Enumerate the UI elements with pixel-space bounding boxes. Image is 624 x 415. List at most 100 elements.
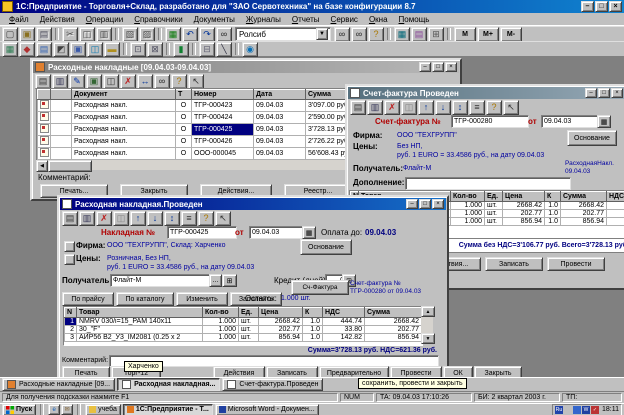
menu-item-журналы[interactable]: Журналы	[241, 14, 287, 25]
table-cell[interactable]: О	[176, 136, 192, 148]
waybill-maximize-button[interactable]: □	[419, 199, 431, 209]
table-cell[interactable]: 1.0	[545, 218, 561, 226]
table-cell[interactable]: 202.77	[561, 210, 607, 218]
receiver-open-button[interactable]: ⊞	[222, 274, 237, 287]
table-cell[interactable]: О	[176, 100, 192, 112]
waybill-fill-по-каталогу-button[interactable]: По каталогу	[116, 292, 174, 306]
print-icon[interactable]: ▤	[62, 211, 78, 226]
table-cell[interactable]: АИР56 В2_У3_IM2081 (0.25 x 2	[77, 334, 203, 342]
sort-icon[interactable]: ↕	[164, 211, 180, 226]
table-cell[interactable]: ТГР-000426	[192, 136, 254, 148]
delete-row-icon[interactable]: ✗	[96, 211, 112, 226]
table-cell[interactable]: 1.000	[203, 318, 239, 326]
menu-item-справочники[interactable]: Справочники	[129, 14, 188, 25]
table-cell[interactable]: ТГР-000425	[192, 124, 254, 136]
waybill-minimize-button[interactable]: –	[406, 199, 418, 209]
table-cell[interactable]: шт.	[239, 326, 259, 334]
table-cell[interactable]: 2	[65, 326, 77, 334]
table-cell[interactable]	[607, 210, 624, 218]
waybill-v-scrollbar[interactable]: ▲ ▼	[421, 306, 433, 344]
copy-icon[interactable]: ◫	[79, 27, 95, 42]
table-cell[interactable]	[607, 202, 624, 210]
table-cell[interactable]	[51, 136, 72, 148]
monitor-icon[interactable]: ▦	[394, 27, 410, 42]
invoice-minimize-button[interactable]: –	[585, 88, 597, 98]
table-cell[interactable]	[51, 124, 72, 136]
table-cell[interactable]: Расходная накл.	[72, 136, 176, 148]
memory-minus-icon[interactable]: M-	[500, 27, 522, 42]
catalogs-icon[interactable]: ▦	[2, 42, 18, 57]
invoice-number-field[interactable]: ТГР-000280	[451, 115, 529, 128]
journal-minimize-button[interactable]: –	[419, 62, 431, 72]
scroll-thumb[interactable]	[48, 160, 92, 172]
copy-format-icon[interactable]: ▧	[122, 27, 138, 42]
menu-item-файл[interactable]: Файл	[4, 14, 35, 25]
waybill-провести-button[interactable]: Провести	[390, 366, 442, 377]
table-cell[interactable]: 3'097.00 руб	[306, 100, 350, 112]
save-icon[interactable]: ▤	[36, 27, 52, 42]
table-cell[interactable]: Расходная накл.	[72, 148, 176, 160]
lang-ru-icon[interactable]: Ru	[555, 406, 563, 414]
table-cell[interactable]: 1.000	[451, 202, 485, 210]
table-cell[interactable]: 30_"F"	[77, 326, 203, 334]
preview-icon[interactable]: ▥	[367, 100, 383, 115]
waybill-close-button[interactable]: ×	[432, 199, 444, 209]
report-balance-icon[interactable]: ⊠	[147, 42, 163, 57]
table-cell[interactable]	[607, 218, 624, 226]
waybill-invoice-button[interactable]: Сч-Фактура	[291, 280, 349, 295]
menu-item-документы[interactable]: Документы	[189, 14, 241, 25]
edit-icon[interactable]: ✎	[69, 74, 85, 89]
table-cell[interactable]: 1.0	[545, 210, 561, 218]
menu-item-действия[interactable]: Действия	[35, 14, 81, 25]
counterparties-icon[interactable]: ◩	[53, 42, 69, 57]
window-tab-расходная-накладная-[interactable]: Расходная накладная...	[117, 378, 220, 391]
preview-icon[interactable]: ▥	[79, 211, 95, 226]
calculator-icon[interactable]: ⊞	[428, 27, 444, 42]
waybill-date-field[interactable]: 09.04.03	[249, 226, 307, 239]
table-cell[interactable]: 856.94	[503, 218, 545, 226]
tray-mail-icon[interactable]: ✓	[591, 406, 599, 414]
paste-icon[interactable]: ▥	[96, 27, 112, 42]
table-cell[interactable]: 1.000	[451, 210, 485, 218]
table-cell[interactable]: шт.	[485, 218, 503, 226]
cash-bank-icon[interactable]: ▬	[104, 42, 120, 57]
table-cell[interactable]: О	[176, 112, 192, 124]
waybill-предварительно-button[interactable]: Предварительно	[319, 366, 389, 377]
waybill-number-field[interactable]: ТГР-000425	[167, 226, 237, 239]
waybill-fill-по-прайсу-button[interactable]: По прайсу	[62, 292, 114, 306]
open-icon[interactable]: ▣	[19, 27, 35, 42]
table-cell[interactable]: 09.04.03	[254, 136, 306, 148]
table-cell[interactable]: 444.74	[323, 318, 365, 326]
invoice-date-field[interactable]: 09.04.03	[541, 115, 602, 128]
taskbar-button-учеба[interactable]: учеба	[85, 404, 121, 415]
find-history-combo[interactable]: Ролсиб▼	[235, 27, 331, 41]
table-cell[interactable]: 856.94	[259, 334, 303, 342]
table-cell[interactable]: 33.80	[323, 326, 365, 334]
reference-book-icon[interactable]: ▮	[173, 42, 189, 57]
table-cell[interactable]: 856.94	[365, 334, 422, 342]
frame-tool-icon[interactable]: ⊟	[199, 42, 215, 57]
outlook-icon[interactable]: ✉	[61, 404, 73, 415]
scroll-left-icon[interactable]: ◀	[36, 160, 48, 172]
invoice-window-title-bar[interactable]: Счет-фактура Проведен – □ ×	[348, 87, 624, 99]
table-cell[interactable]: шт.	[239, 334, 259, 342]
report-turnover-icon[interactable]: ⊡	[130, 42, 146, 57]
table-row[interactable]: 230_"F"1.000шт.202.771.033.80202.77	[65, 326, 422, 334]
delete-row-icon[interactable]: ✗	[120, 74, 136, 89]
table-cell[interactable]	[38, 136, 51, 148]
describe-icon[interactable]: ↖	[215, 211, 231, 226]
print-icon[interactable]: ▤	[35, 74, 51, 89]
invoice-basis-button[interactable]: Основание	[567, 130, 617, 146]
table-cell[interactable]	[38, 148, 51, 160]
tray-green-icon[interactable]	[564, 406, 572, 414]
help-icon[interactable]: ?	[486, 100, 502, 115]
waybill-window-title-bar[interactable]: Расходная накладная.Проведен – □ ×	[60, 198, 446, 210]
menu-item-операции[interactable]: Операции	[81, 14, 129, 25]
window-tab-расходные-накладные-09-[interactable]: Расходные накладные [09...	[2, 378, 115, 391]
invoice-провести-button[interactable]: Провести	[547, 257, 605, 271]
scroll-down-icon[interactable]: ▼	[421, 333, 435, 344]
totals-icon[interactable]: ≡	[181, 211, 197, 226]
move-up-icon[interactable]: ↑	[130, 211, 146, 226]
table-cell[interactable]	[51, 148, 72, 160]
table-cell[interactable]: 1.000	[451, 218, 485, 226]
